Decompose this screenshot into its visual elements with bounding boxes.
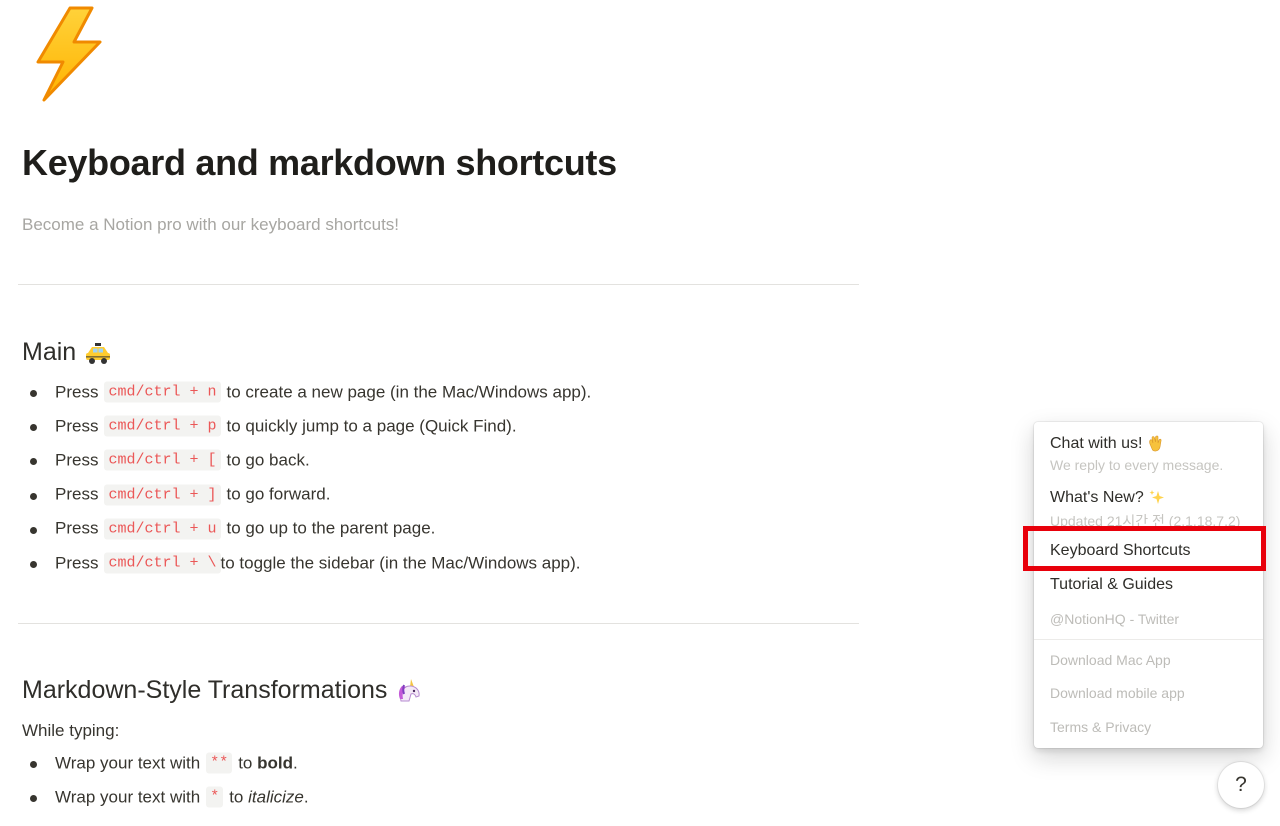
markdown-intro[interactable]: While typing: xyxy=(22,721,119,741)
divider xyxy=(18,623,859,624)
bullet-dot xyxy=(30,561,37,569)
menu-item-whats-new[interactable]: What's New? Updated 21시간 전 (2.1.18.7.2) xyxy=(1050,489,1253,531)
whats-new-subtitle: Updated 21시간 전 (2.1.18.7.2) xyxy=(1050,513,1241,529)
menu-item-terms[interactable]: Terms & Privacy xyxy=(1050,719,1253,735)
menu-item-download-mac[interactable]: Download Mac App xyxy=(1050,652,1253,668)
item-prefix: Wrap your text with xyxy=(55,753,201,773)
menu-item-twitter[interactable]: @NotionHQ - Twitter xyxy=(1050,611,1253,627)
item-prefix: Press xyxy=(55,553,99,573)
bullet-dot xyxy=(30,492,37,500)
inline-code: * xyxy=(206,786,224,808)
main-heading[interactable]: Main xyxy=(22,338,112,367)
divider xyxy=(18,284,859,285)
bullet-dot xyxy=(30,795,37,803)
bullet-dot xyxy=(30,390,37,398)
item-post: . xyxy=(303,787,309,807)
item-prefix: Press xyxy=(55,518,99,538)
waving-hand-icon xyxy=(1146,435,1164,453)
bold-example: bold xyxy=(257,753,294,773)
chat-label: Chat with us! xyxy=(1050,435,1143,452)
bullet-dot xyxy=(30,761,37,769)
lightning-bolt-icon[interactable] xyxy=(30,4,110,104)
item-prefix: Wrap your text with xyxy=(55,787,201,807)
help-menu: Chat with us! We reply to every message.… xyxy=(1034,422,1263,748)
menu-item-keyboard-shortcuts[interactable]: Keyboard Shortcuts xyxy=(1050,542,1253,560)
tutorial-label: Tutorial & Guides xyxy=(1050,576,1174,593)
item-prefix: Press xyxy=(55,484,99,504)
unicorn-icon xyxy=(395,677,423,705)
keyboard-shortcuts-label: Keyboard Shortcuts xyxy=(1050,542,1191,559)
item-suffix: to go back. xyxy=(226,450,310,470)
menu-item-download-mobile[interactable]: Download mobile app xyxy=(1050,685,1253,701)
inline-code: cmd/ctrl + \ xyxy=(104,552,221,574)
item-suffix: to quickly jump to a page (Quick Find). xyxy=(226,416,517,436)
item-prefix: Press xyxy=(55,382,99,402)
main-heading-text: Main xyxy=(22,338,77,366)
bullet-dot xyxy=(30,424,37,432)
page-title[interactable]: Keyboard and markdown shortcuts xyxy=(22,142,617,184)
inline-code: cmd/ctrl + u xyxy=(104,518,221,540)
inline-code: cmd/ctrl + [ xyxy=(104,449,221,471)
inline-code: cmd/ctrl + n xyxy=(104,381,221,403)
item-pre: to xyxy=(229,787,244,807)
bullet-dot xyxy=(30,526,37,534)
chat-subtitle: We reply to every message. xyxy=(1050,457,1224,473)
menu-item-tutorial[interactable]: Tutorial & Guides xyxy=(1050,576,1253,594)
item-post: . xyxy=(293,753,298,773)
item-suffix: to create a new page (in the Mac/Windows… xyxy=(226,382,592,402)
item-prefix: Press xyxy=(55,416,99,436)
sparkles-icon xyxy=(1148,489,1166,507)
whats-new-label: What's New? xyxy=(1050,489,1144,506)
item-suffix: to go up to the parent page. xyxy=(226,518,436,538)
item-prefix: Press xyxy=(55,450,99,470)
inline-code: ** xyxy=(206,752,233,774)
bullet-dot xyxy=(30,458,37,466)
item-pre: to xyxy=(238,753,253,773)
help-button[interactable]: ? xyxy=(1218,762,1264,808)
menu-separator xyxy=(1034,639,1263,640)
item-suffix: to toggle the sidebar (in the Mac/Window… xyxy=(220,553,581,573)
markdown-heading[interactable]: Markdown-Style Transformations xyxy=(22,676,423,705)
item-suffix: to go forward. xyxy=(226,484,331,504)
italic-example: italicize xyxy=(248,787,304,807)
page-subtitle[interactable]: Become a Notion pro with our keyboard sh… xyxy=(22,215,399,235)
inline-code: cmd/ctrl + p xyxy=(104,415,221,437)
taxi-icon xyxy=(84,339,112,367)
markdown-heading-text: Markdown-Style Transformations xyxy=(22,676,388,704)
inline-code: cmd/ctrl + ] xyxy=(104,484,221,506)
menu-item-chat[interactable]: Chat with us! We reply to every message. xyxy=(1050,435,1253,473)
